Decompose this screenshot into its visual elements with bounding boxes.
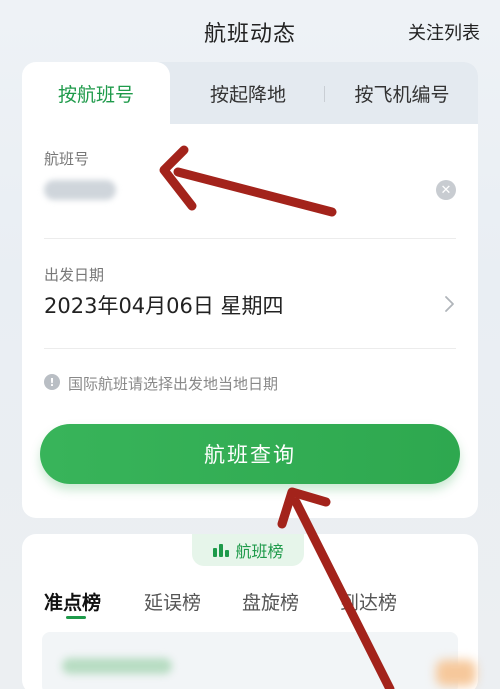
ranking-item-redacted-text	[62, 658, 172, 674]
tab-holding-ranking[interactable]: 盘旋榜	[242, 588, 299, 615]
tab-delay-ranking[interactable]: 延误榜	[144, 588, 201, 615]
tab-on-time-ranking[interactable]: 准点榜	[44, 588, 101, 615]
flight-number-label: 航班号	[44, 150, 90, 168]
flight-search-card: 按航班号 按起降地 按飞机编号 航班号 ✕ 出发日期 2023年04月06日 星…	[22, 62, 478, 518]
chevron-right-icon[interactable]	[442, 294, 458, 314]
info-icon: !	[44, 374, 60, 390]
active-tab-indicator	[66, 616, 86, 619]
field-divider	[44, 348, 456, 349]
tab-arrival-ranking[interactable]: 到达榜	[340, 588, 397, 615]
clear-icon[interactable]: ✕	[436, 180, 456, 200]
tab-by-flight-number[interactable]: 按航班号	[22, 62, 170, 124]
flight-query-button[interactable]: 航班查询	[40, 424, 460, 484]
ranking-title: 航班榜	[235, 542, 284, 561]
top-bar: 航班动态 关注列表	[0, 0, 500, 62]
international-flight-tip: 国际航班请选择出发地当地日期	[68, 375, 279, 393]
departure-date-label: 出发日期	[44, 266, 105, 284]
flight-ranking-card: 航班榜 准点榜 延误榜 盘旋榜 到达榜	[22, 534, 478, 689]
flight-number-input[interactable]	[42, 174, 422, 210]
departure-date-value[interactable]: 2023年04月06日 星期四	[44, 290, 284, 320]
ranking-item-redacted-badge	[436, 660, 476, 686]
tab-by-aircraft-number[interactable]: 按飞机编号	[326, 62, 478, 124]
follow-list-link[interactable]: 关注列表	[408, 19, 480, 45]
ranking-icon	[213, 544, 230, 557]
tab-divider	[324, 86, 325, 102]
search-mode-tabs: 按航班号 按起降地 按飞机编号	[22, 62, 478, 124]
field-divider	[44, 238, 456, 239]
tab-by-route[interactable]: 按起降地	[172, 62, 324, 124]
ranking-badge: 航班榜	[192, 534, 304, 566]
